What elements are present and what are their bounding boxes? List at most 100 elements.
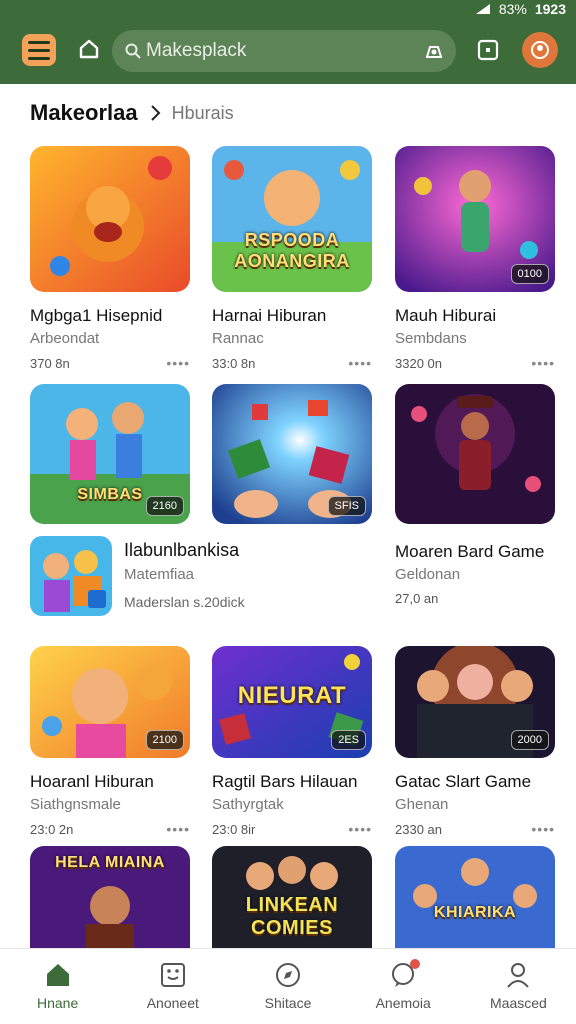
game-card[interactable]: NIEURAT 2ES Ragtil Bars Hilauan Sathyrgt… <box>212 646 372 837</box>
chevron-right-icon[interactable] <box>148 104 162 122</box>
box-icon[interactable] <box>476 38 500 62</box>
game-meta: 33:0 8n <box>212 355 256 371</box>
game-thumbnail[interactable]: 0100 <box>395 146 555 292</box>
game-badge: 2000 <box>510 730 549 750</box>
search-input[interactable]: Makesplack <box>146 40 246 62</box>
game-title[interactable]: Ragtil Bars Hilauan <box>212 772 372 792</box>
game-title[interactable]: Gatac Slart Game <box>395 772 555 792</box>
bottom-nav: Hnane Anoneet Shitace Anemoia Maasced <box>0 948 576 1024</box>
game-thumbnail[interactable]: 2100 <box>30 646 190 758</box>
nav-item-chat[interactable]: Anemoia <box>346 949 461 1024</box>
game-meta: 2330 an <box>395 821 442 837</box>
game-thumbnail[interactable]: RSPOODA AONANGIRA <box>212 146 372 292</box>
game-card[interactable]: 2000 Gatac Slart Game Ghenan 2330 an •••• <box>395 646 555 837</box>
game-thumbnail[interactable]: HELA MIAINA <box>30 846 190 948</box>
nav-label: Maasced <box>490 995 547 1011</box>
game-card[interactable]: 2100 Hoaranl Hiburan Siathgnsmale 23:0 2… <box>30 646 190 837</box>
camera-icon[interactable] <box>424 41 444 61</box>
more-icon[interactable]: •••• <box>166 821 190 837</box>
game-subtitle: Siathgnsmale <box>30 796 121 813</box>
game-badge: 2160 <box>145 496 184 516</box>
more-icon[interactable]: •••• <box>531 355 555 371</box>
app-bar: Makesplack <box>0 26 576 74</box>
game-thumbnail[interactable]: LINKEAN COMIES <box>212 846 372 948</box>
nav-label: Anoneet <box>146 995 199 1011</box>
profile-icon <box>507 963 530 988</box>
game-card[interactable]: Mgbga1 Hisepnid Arbeondat 370 8n •••• <box>30 146 190 371</box>
game-meta: 23:0 2n <box>30 821 74 837</box>
game-meta: 3320 0n <box>395 355 442 371</box>
game-thumbnail[interactable]: NIEURAT 2ES <box>212 646 372 758</box>
game-meta: 27,0 an <box>395 591 439 606</box>
nav-label: Anemoia <box>375 995 431 1011</box>
featured-meta: Maderslan s.20dick <box>124 594 245 610</box>
game-title[interactable]: Hoaranl Hiburan <box>30 772 190 792</box>
game-card[interactable]: SFIS <box>212 384 372 524</box>
game-art <box>395 384 555 524</box>
home-icon <box>46 964 69 986</box>
nav-item-home[interactable]: Hnane <box>0 949 115 1024</box>
more-icon[interactable]: •••• <box>348 355 372 371</box>
game-card[interactable]: LINKEAN COMIES <box>212 846 372 948</box>
nav-item-explore[interactable]: Shitace <box>230 949 345 1024</box>
section-title: Makeorlaa <box>30 100 138 125</box>
nav-item-games[interactable]: Anoneet <box>115 949 230 1024</box>
game-card[interactable]: Moaren Bard Game Geldonan 27,0 an <box>395 384 555 606</box>
game-subtitle: Sembdans <box>395 330 467 347</box>
nav-label: Shitace <box>264 995 312 1011</box>
game-thumbnail[interactable] <box>395 384 555 524</box>
game-card[interactable]: KHIARIKA <box>395 846 555 948</box>
game-card[interactable]: SIMBAS 2160 <box>30 384 190 524</box>
game-badge: SFIS <box>327 496 366 516</box>
battery-level: 83% <box>498 1 527 17</box>
more-icon[interactable]: •••• <box>166 355 190 371</box>
game-subtitle: Rannac <box>212 330 264 347</box>
game-title[interactable]: Mgbga1 Hisepnid <box>30 306 190 326</box>
game-card[interactable]: HELA MIAINA <box>30 846 190 948</box>
top-bar: 83% 1923 Makesplack <box>0 0 576 84</box>
game-subtitle: Arbeondat <box>30 330 100 347</box>
game-badge: 2ES <box>331 730 366 750</box>
game-title[interactable]: Harnai Hiburan <box>212 306 372 326</box>
nav-item-profile[interactable]: Maasced <box>461 949 576 1024</box>
game-thumbnail[interactable]: 2000 <box>395 646 555 758</box>
game-art <box>30 146 190 292</box>
explore-icon <box>276 963 300 987</box>
game-thumbnail[interactable] <box>30 146 190 292</box>
game-thumbnail[interactable]: SFIS <box>212 384 372 524</box>
game-subtitle: Geldonan <box>395 566 461 583</box>
game-title[interactable]: Mauh Hiburai <box>395 306 555 326</box>
section-subtitle[interactable]: Hburais <box>172 103 234 124</box>
featured-item[interactable]: Ilabunlbankisa Matemfiaa Maderslan s.20d… <box>30 536 360 616</box>
game-subtitle: Sathyrgtak <box>212 796 284 813</box>
more-icon[interactable]: •••• <box>531 821 555 837</box>
featured-title[interactable]: Ilabunlbankisa <box>124 540 239 561</box>
search-icon <box>125 43 141 59</box>
game-art <box>395 846 555 948</box>
game-meta: 23:0 8ir <box>212 821 256 837</box>
profile-icon[interactable] <box>522 32 558 68</box>
signal-icon <box>475 4 490 14</box>
game-art-text: HELA MIAINA <box>55 854 165 871</box>
game-badge: 2100 <box>145 730 184 750</box>
game-badge: 0100 <box>510 264 549 284</box>
game-subtitle: Ghenan <box>395 796 449 813</box>
game-thumbnail[interactable]: KHIARIKA <box>395 846 555 948</box>
featured-art <box>30 536 112 616</box>
menu-icon[interactable] <box>22 34 56 66</box>
game-art-text: LINKEAN COMIES <box>245 894 339 939</box>
game-card[interactable]: RSPOODA AONANGIRA Harnai Hiburan Rannac … <box>212 146 372 371</box>
search-bar[interactable]: Makesplack <box>112 30 456 72</box>
clock: 1923 <box>534 1 566 17</box>
featured-subtitle: Matemfiaa <box>124 566 195 583</box>
games-icon <box>160 963 185 987</box>
game-art-text: KHIARIKA <box>433 904 517 921</box>
game-card[interactable]: 0100 Mauh Hiburai Sembdans 3320 0n •••• <box>395 146 555 371</box>
more-icon[interactable]: •••• <box>348 821 372 837</box>
game-title[interactable]: Moaren Bard Game <box>395 542 555 562</box>
notification-dot <box>409 959 420 969</box>
game-thumbnail[interactable]: SIMBAS 2160 <box>30 384 190 524</box>
home-icon[interactable] <box>78 38 100 60</box>
section-header: Makeorlaa Hburais <box>30 98 234 128</box>
featured-thumbnail[interactable] <box>30 536 112 616</box>
